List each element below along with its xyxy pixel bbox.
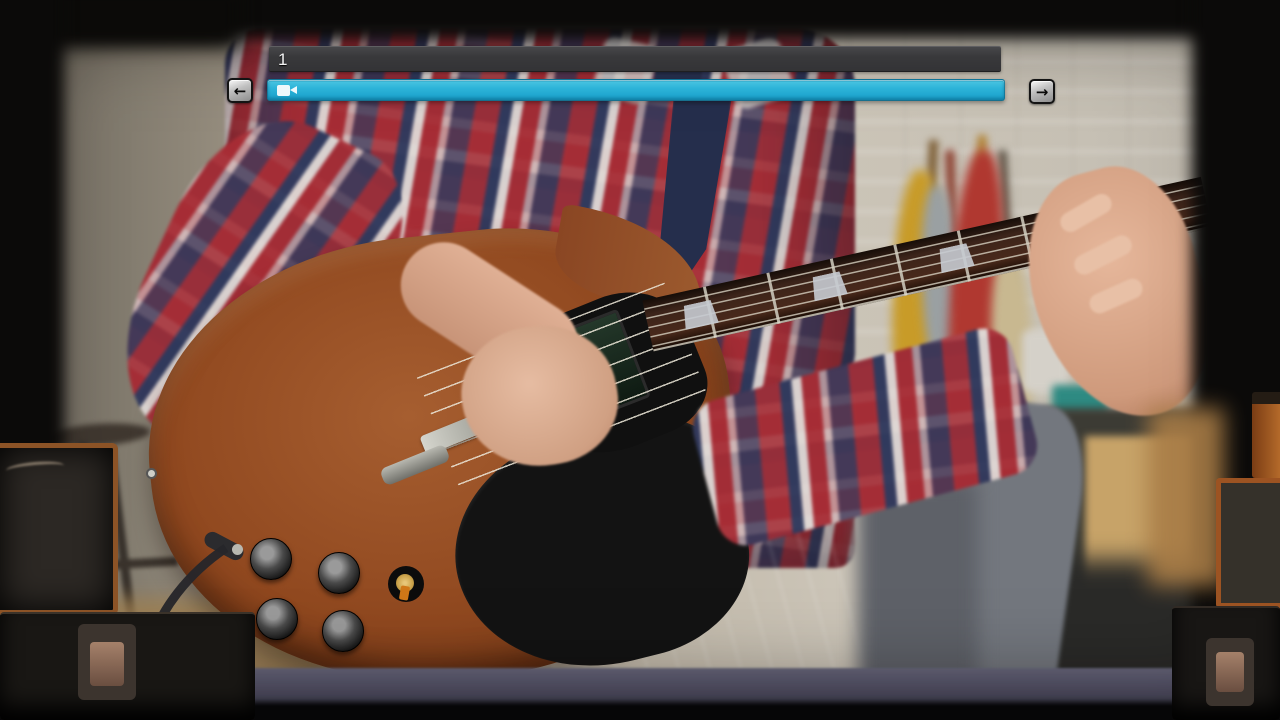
next-section-button[interactable]: → — [1029, 79, 1055, 104]
case-latch-plate — [90, 642, 124, 686]
video-camera-lens-icon — [290, 86, 298, 94]
video-camera-icon — [277, 85, 291, 96]
amp-head — [1252, 392, 1280, 478]
speaker-cabinet — [1216, 478, 1280, 608]
left-arrow-icon: ← — [233, 81, 247, 100]
video-timeline-scrubber[interactable] — [267, 79, 1005, 101]
timeline-playhead[interactable] — [277, 85, 299, 96]
road-case — [0, 612, 255, 720]
section-indicator-bar: 1 — [269, 46, 1001, 72]
section-number-label: 1 — [278, 50, 288, 69]
case-latch-plate — [1216, 652, 1244, 692]
amp-logo — [5, 459, 65, 477]
case-latch — [78, 624, 136, 700]
marshall-amp — [0, 443, 118, 615]
case-latch — [1206, 638, 1254, 706]
lesson-player-screen: 1 ← → — [0, 0, 1280, 720]
right-arrow-icon: → — [1035, 82, 1049, 101]
room-floor-glow — [1148, 408, 1224, 586]
previous-section-button[interactable]: ← — [227, 78, 253, 103]
road-case — [1172, 606, 1280, 720]
